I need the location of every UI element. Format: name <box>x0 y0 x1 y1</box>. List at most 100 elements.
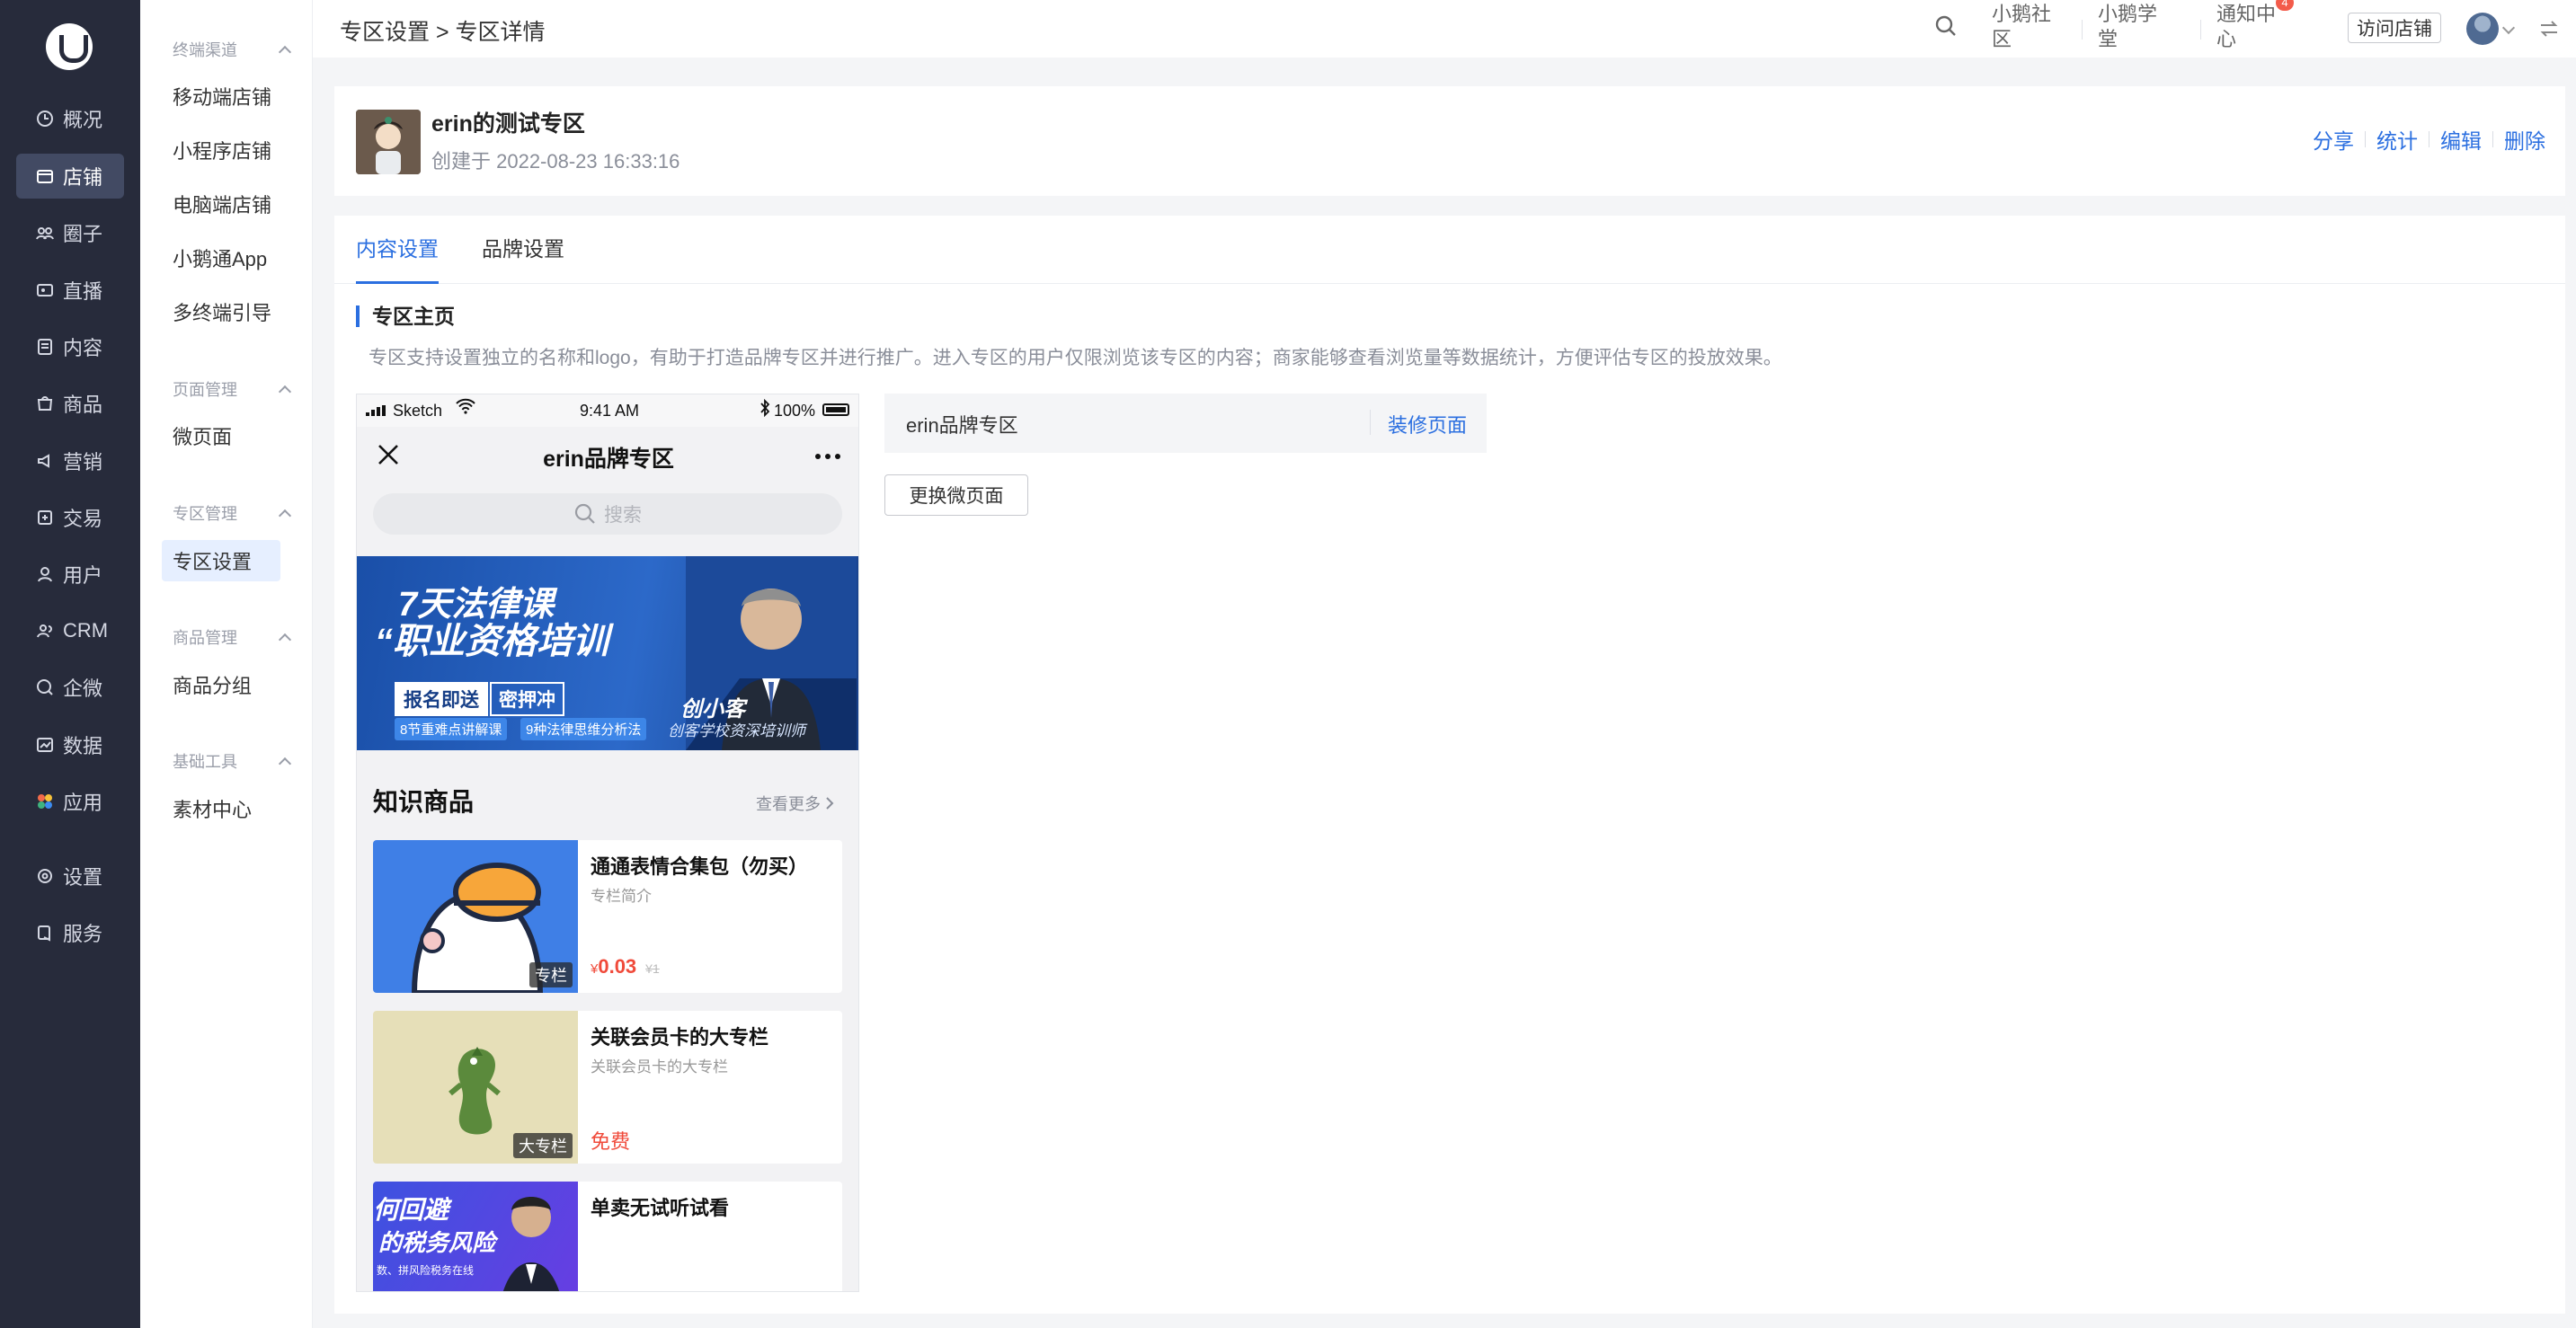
nav-label: 交易 <box>63 508 103 530</box>
crm-icon <box>36 622 54 640</box>
wifi-icon <box>456 398 475 419</box>
delete-link[interactable]: 删除 <box>2504 124 2545 155</box>
sub-item-zone-settings[interactable]: 专区设置 <box>162 540 280 581</box>
nav-item-community[interactable]: 圈子 <box>16 210 124 255</box>
clock: 9:41 AM <box>580 402 640 420</box>
content-card: 内容设置 品牌设置 专区主页 专区支持设置独立的名称和logo，有助于打造品牌专… <box>334 216 2565 1314</box>
nav-item-marketing[interactable]: 营销 <box>16 438 124 483</box>
goods-section-title: 知识商品 <box>373 788 475 816</box>
edit-link[interactable]: 编辑 <box>2440 124 2482 155</box>
overview-icon <box>36 110 54 128</box>
nav-item-content[interactable]: 内容 <box>16 324 124 369</box>
nav-item-data[interactable]: 数据 <box>16 722 124 767</box>
change-micro-page-button[interactable]: 更换微页面 <box>884 474 1028 516</box>
phone-search-bar[interactable]: 搜索 <box>373 493 842 535</box>
group-title-goods[interactable]: 商品管理 <box>173 625 289 649</box>
nav-label: 应用 <box>63 792 103 814</box>
sub-item-pc-store[interactable]: 电脑端店铺 <box>162 183 280 225</box>
goods-thumbnail: 大专栏 <box>373 1011 578 1164</box>
sub-item-micro-page[interactable]: 微页面 <box>162 415 280 456</box>
goods-price: ¥0.03 ¥1 <box>591 955 660 978</box>
sub-item-multi-terminal[interactable]: 多终端引导 <box>162 291 280 332</box>
nav-item-shop[interactable]: 店铺 <box>16 154 124 199</box>
goods-thumbnail: 专栏 <box>373 840 578 993</box>
chevron-right-icon <box>826 797 834 810</box>
nav-label: 营销 <box>63 451 103 474</box>
link-notification-center[interactable]: 通知中心 <box>2216 2 2287 52</box>
decorate-page-link[interactable]: 装修页面 <box>1388 410 1467 438</box>
nav-item-wecom[interactable]: 企微 <box>16 665 124 710</box>
phone-page-title: erin品牌专区 <box>543 447 674 472</box>
battery-icon <box>822 403 849 416</box>
collapse-icon <box>279 756 289 766</box>
nav-label: 服务 <box>63 923 103 945</box>
tab-content-settings[interactable]: 内容设置 <box>356 216 439 284</box>
bluetooth-icon <box>759 398 770 421</box>
nav-item-settings[interactable]: 设置 <box>16 854 124 899</box>
nav-item-live[interactable]: 直播 <box>16 268 124 313</box>
user-icon <box>36 565 54 583</box>
link-academy[interactable]: 小鹅学堂 <box>2098 2 2168 52</box>
group-title-zones[interactable]: 专区管理 <box>173 501 289 525</box>
sub-item-miniprogram-store[interactable]: 小程序店铺 <box>162 129 280 171</box>
goods-card[interactable]: 大专栏 关联会员卡的大专栏 关联会员卡的大专栏 免费 <box>373 1011 842 1164</box>
link-community[interactable]: 小鹅社区 <box>1992 2 2062 52</box>
phone-preview: Sketch 9:41 AM 100% erin品牌专区 搜索 7天法律课 “职… <box>356 394 859 1292</box>
nav-item-user[interactable]: 用户 <box>16 552 124 597</box>
share-link[interactable]: 分享 <box>2313 124 2354 155</box>
tab-brand-settings[interactable]: 品牌设置 <box>482 216 564 284</box>
settings-icon <box>36 867 54 885</box>
apps-icon <box>36 792 54 810</box>
nav-label: 概况 <box>63 109 103 131</box>
goods-type-badge: 大专栏 <box>513 1133 573 1158</box>
nav-label: 设置 <box>63 866 103 889</box>
original-price: ¥1 <box>645 961 660 976</box>
statistics-link[interactable]: 统计 <box>2376 124 2418 155</box>
goods-type-badge: 专栏 <box>529 962 573 987</box>
goods-price: 免费 <box>591 1130 631 1153</box>
see-more-link[interactable]: 查看更多 <box>756 792 834 815</box>
nav-item-apps[interactable]: 应用 <box>16 779 124 824</box>
nav-item-service[interactable]: 服务 <box>16 910 124 955</box>
nav-item-overview[interactable]: 概况 <box>16 96 124 141</box>
group-title-channels[interactable]: 终端渠道 <box>173 38 289 61</box>
sub-item-material-center[interactable]: 素材中心 <box>162 788 280 829</box>
nav-label: 圈子 <box>63 223 103 245</box>
visit-store-button[interactable]: 访问店铺 <box>2348 13 2441 43</box>
nav-label: 数据 <box>63 735 103 757</box>
user-avatar[interactable] <box>2466 13 2499 45</box>
nav-item-trade[interactable]: 交易 <box>16 495 124 540</box>
group-title-tools[interactable]: 基础工具 <box>173 749 289 773</box>
sub-item-mobile-store[interactable]: 移动端店铺 <box>162 75 280 117</box>
nav-label: 直播 <box>63 280 103 303</box>
zone-title: erin的测试专区 <box>431 111 585 137</box>
collapse-icon <box>279 44 289 55</box>
goods-card[interactable]: 专栏 通通表情合集包（勿买） 专栏简介 ¥0.03 ¥1 <box>373 840 842 993</box>
zone-header-card: erin的测试专区 创建于 2022-08-23 16:33:16 分享 统计 … <box>334 86 2565 196</box>
breadcrumb: 专区设置 > 专区详情 <box>340 20 546 45</box>
goods-thumbnail: 何回避 的税务风险 数、拼风险税务在线 <box>373 1182 578 1291</box>
nav-item-goods[interactable]: 商品 <box>16 381 124 426</box>
goods-card[interactable]: 何回避 的税务风险 数、拼风险税务在线 单卖无试听试看 <box>373 1182 842 1291</box>
nav-item-crm[interactable]: CRM <box>16 608 124 653</box>
nav-label: 商品 <box>63 394 103 416</box>
phone-nav-bar: erin品牌专区 <box>357 427 858 483</box>
search-icon <box>574 503 595 524</box>
community-icon <box>36 224 54 242</box>
brand-logo[interactable] <box>46 23 93 70</box>
nav-label: 店铺 <box>63 166 103 189</box>
group-title-pages[interactable]: 页面管理 <box>173 377 289 401</box>
promo-banner[interactable]: 7天法律课 “职业资格培训 报名即送 密押冲 8节重难点讲解课 9种法律思维分析… <box>357 556 858 750</box>
section-description: 专区支持设置独立的名称和logo，有助于打造品牌专区并进行推广。进入专区的用户仅… <box>369 348 1782 368</box>
sub-item-app[interactable]: 小鹅通App <box>162 237 280 279</box>
nav-label: 内容 <box>63 337 103 359</box>
switch-icon[interactable] <box>2538 18 2560 44</box>
goods-name: 单卖无试听试看 <box>591 1197 730 1219</box>
sub-item-goods-group[interactable]: 商品分组 <box>162 664 280 705</box>
marketing-icon <box>36 452 54 470</box>
goods-description: 关联会员卡的大专栏 <box>591 1058 728 1076</box>
data-icon <box>36 736 54 754</box>
more-icon[interactable] <box>815 454 840 459</box>
search-icon[interactable] <box>1934 14 1958 42</box>
goods-icon <box>36 394 54 412</box>
